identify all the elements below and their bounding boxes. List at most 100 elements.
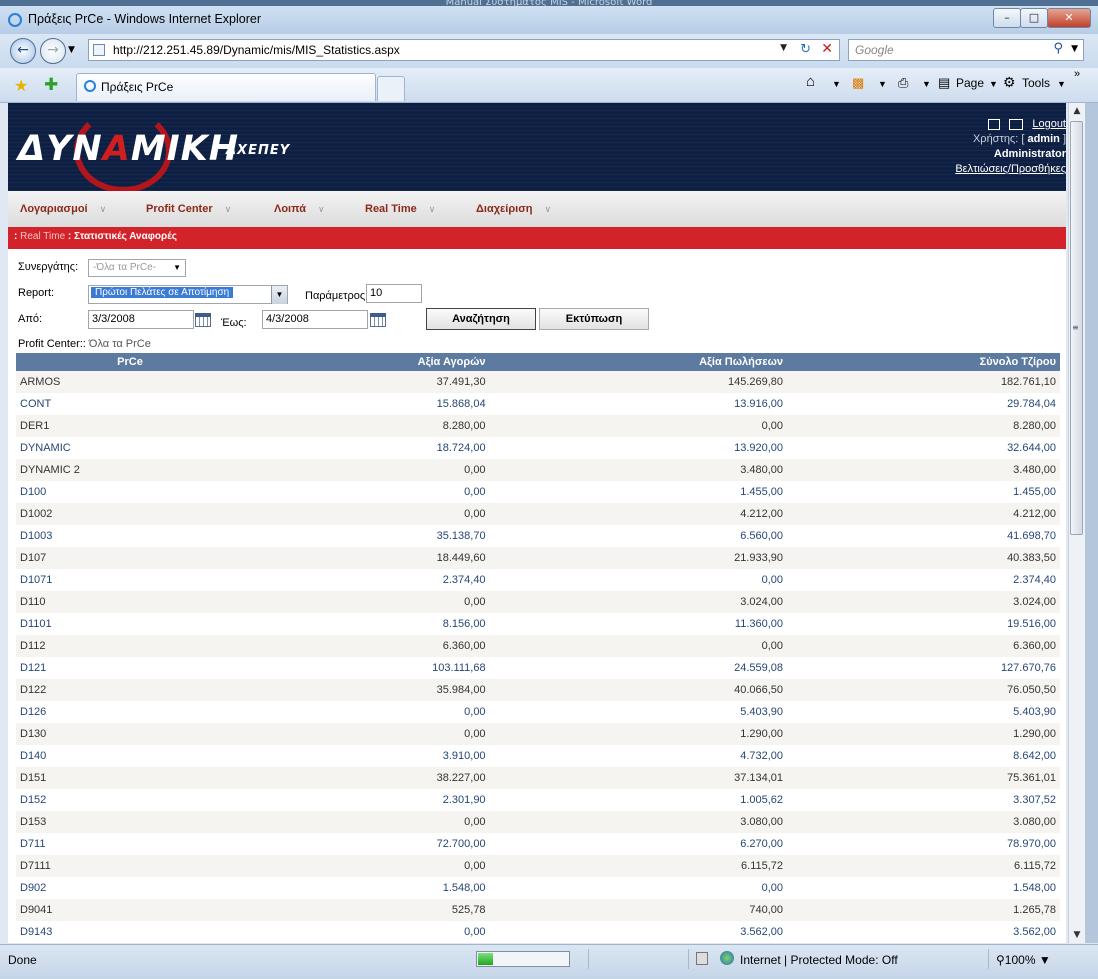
page-menu[interactable]: Page [956,76,984,90]
column-header[interactable]: Αξία Πωλήσεων [489,353,788,371]
cell-purchases: 0,00 [244,701,490,723]
ie-logo-icon [8,13,22,27]
cell-total: 3.024,00 [787,591,1060,613]
cell-prce: D107 [16,547,244,569]
main-menu: Λογαριασμοί ∨ Profit Center ∨ Λοιπά ∨ Real … [8,191,1066,228]
table-row: D152 2.301,90 1.005,62 3.307,52 [16,789,1060,811]
menu-item-accounts[interactable]: Λογαριασμοί ∨ [20,203,106,215]
user-label: Χρήστης: [ [972,133,1025,145]
menu-item-management[interactable]: Διαχείριση ∨ [476,203,551,215]
profit-center-label: Profit Center:: [18,338,86,350]
cell-prce: D112 [16,635,244,657]
url-field[interactable]: http://212.251.45.89/Dynamic/mis/MIS_Sta… [88,39,840,61]
chevron-down-icon: ∨ [428,204,436,214]
calendar-icon[interactable] [195,313,211,327]
table-row: D121 103.111,68 24.559,08 127.670,76 [16,657,1060,679]
url-dropdown-icon[interactable]: ▼ [780,43,787,53]
page-dropdown-icon[interactable]: ▼ [989,79,998,89]
toolbar-overflow-icon[interactable]: » [1074,68,1080,80]
mail-icon[interactable] [1009,118,1024,130]
menu-item-other[interactable]: Λοιπά ∨ [274,203,325,215]
scroll-up-icon[interactable]: ▲ [1069,103,1085,119]
refresh-icon[interactable]: ↻ [800,42,811,57]
page-menu-icon: ▤ [938,75,951,90]
calendar-icon[interactable] [370,313,386,327]
cell-sales: 3.562,00 [489,921,788,943]
scroll-down-icon[interactable]: ▼ [1069,927,1085,943]
tools-dropdown-icon[interactable]: ▼ [1057,79,1066,89]
improvements-link[interactable]: Βελτιώσεις/Προσθήκες [955,162,1066,177]
forward-button[interactable]: → [40,38,66,64]
menu-item-label: Λογαριασμοί [20,203,88,215]
print-dropdown-icon[interactable]: ▼ [922,79,931,89]
column-header[interactable]: Αξία Αγορών [244,353,490,371]
column-header[interactable]: Σύνολο Τζίρου [787,353,1060,371]
parameter-label: Παράμετρος: [305,290,369,302]
home-icon[interactable]: ⌂ [806,73,815,90]
home-dropdown-icon[interactable]: ▼ [832,79,841,89]
cell-sales: 0,00 [489,635,788,657]
tools-menu[interactable]: Tools [1022,76,1050,90]
search-options-icon[interactable]: ▼ [1071,44,1078,54]
cell-total: 8.642,00 [787,745,1060,767]
url-text: http://212.251.45.89/Dynamic/mis/MIS_Sta… [113,43,400,57]
zoom-level[interactable]: ⚲100% ▼ [996,953,1051,967]
to-date-input[interactable]: 4/3/2008 [262,310,368,329]
feeds-dropdown-icon[interactable]: ▼ [878,79,887,89]
search-icon[interactable]: ⚲ [1053,41,1063,56]
partner-select[interactable]: -Όλα τα PrCe- ▼ [88,259,186,277]
cell-sales: 6.115,72 [489,855,788,877]
cell-total: 1.548,00 [787,877,1060,899]
new-tab-button[interactable] [377,76,405,101]
site-logo[interactable]: ΔΥΝΑΜΙΚΗ [18,129,239,169]
chevron-down-icon[interactable]: ▼ [271,286,287,304]
cell-total: 3.480,00 [787,459,1060,481]
cell-sales: 3.480,00 [489,459,788,481]
report-select[interactable]: Πρώτοι Πελάτες σε Αποτίμηση ▼ [88,285,288,304]
browser-tab[interactable]: Πράξεις PrCe [76,73,376,101]
globe-icon [720,951,734,965]
cell-purchases: 35.138,70 [244,525,490,547]
history-dropdown-icon[interactable]: ▼ [68,45,75,55]
table-row: D1101 8.156,00 11.360,00 19.516,00 [16,613,1060,635]
cell-prce: D122 [16,679,244,701]
profit-center-info: Profit Center:: Όλα τα PrCe [18,338,151,350]
cell-sales: 5.403,90 [489,701,788,723]
close-window-button[interactable]: ✕ [1047,8,1091,28]
lock-icon[interactable] [696,952,708,965]
menu-item-real-time[interactable]: Real Time ∨ [365,203,435,215]
minimize-button[interactable]: – [993,8,1021,28]
table-row: D711 72.700,00 6.270,00 78.970,00 [16,833,1060,855]
print-button[interactable]: Εκτύπωση [539,308,649,330]
logo-text-a: ΔΥΝ [18,129,103,169]
column-header[interactable]: PrCe [16,353,244,371]
feeds-icon[interactable]: ▩ [852,75,864,91]
cell-purchases: 18.724,00 [244,437,490,459]
back-button[interactable]: ← [10,38,36,64]
menu-item-profit-center[interactable]: Profit Center ∨ [146,203,231,215]
security-zone[interactable]: Internet | Protected Mode: Off [740,953,898,967]
logout-link[interactable]: Logout [1032,118,1066,130]
logo-text-b: Α [102,129,131,169]
table-header-row: PrCe Αξία Αγορών Αξία Πωλήσεων Σύνολο Τζ… [16,353,1060,371]
parameter-input[interactable]: 10 [366,284,422,303]
breadcrumb-parent[interactable]: Real Time [20,231,65,242]
chevron-down-icon: ∨ [99,204,107,214]
search-input[interactable]: Google ⚲ ▼ [848,39,1084,61]
cell-prce: D121 [16,657,244,679]
search-button[interactable]: Αναζήτηση [426,308,536,330]
cell-prce: D130 [16,723,244,745]
vertical-scrollbar[interactable]: ▲ ≡ ▼ [1068,103,1085,943]
profit-center-value: Όλα τα PrCe [88,338,151,350]
add-favorites-icon[interactable]: ✚ [44,75,58,95]
from-date-input[interactable]: 3/3/2008 [88,310,194,329]
print-icon[interactable]: ⎙ [898,75,908,91]
cell-prce: D9041 [16,899,244,921]
maximize-button[interactable]: □ [1020,8,1048,28]
table-row: D110 0,00 3.024,00 3.024,00 [16,591,1060,613]
stop-icon[interactable]: ✕ [821,41,833,57]
info-icon[interactable] [988,118,1001,130]
cell-purchases: 0,00 [244,723,490,745]
favorites-star-icon[interactable]: ★ [14,76,28,95]
table-row: D112 6.360,00 0,00 6.360,00 [16,635,1060,657]
